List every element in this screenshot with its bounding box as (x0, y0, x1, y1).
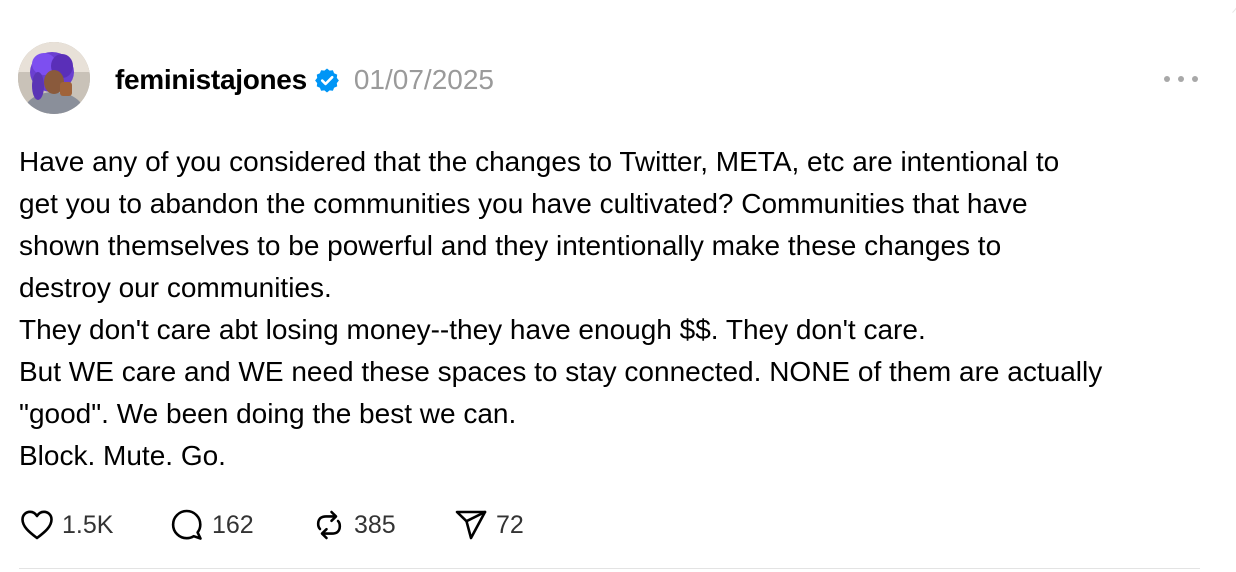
comment-icon (171, 509, 202, 540)
ellipsis-icon-dot (1178, 76, 1184, 82)
like-button[interactable]: 1.5K (20, 509, 170, 541)
like-count: 1.5K (62, 510, 114, 539)
post-body-line: "good". We been doing the best we can. (19, 398, 517, 429)
post-body-line: Block. Mute. Go. (19, 440, 226, 471)
post-body-line: But WE care and WE need these spaces to … (19, 356, 1103, 387)
avatar-image (18, 42, 90, 114)
send-icon (455, 510, 487, 540)
ellipsis-icon-dot (1192, 76, 1198, 82)
post-actions: 1.5K 162 385 72 (20, 505, 524, 545)
card-corner-border (1180, 0, 1236, 22)
repost-icon (316, 510, 342, 540)
ellipsis-icon-dot (1164, 76, 1170, 82)
share-count: 72 (496, 510, 524, 539)
reply-count: 162 (212, 510, 254, 539)
post-body-line: get you to abandon the communities you h… (19, 188, 1028, 219)
repost-count: 385 (354, 510, 396, 539)
repost-button[interactable]: 385 (312, 508, 454, 542)
post-body-line: Have any of you considered that the chan… (19, 146, 1060, 177)
post-body-line: They don't care abt losing money--they h… (19, 314, 926, 345)
author-username[interactable]: feministajones (115, 64, 307, 96)
post-body-line: shown themselves to be powerful and they… (19, 230, 1002, 261)
verified-badge-icon (314, 67, 340, 93)
reply-button[interactable]: 162 (170, 508, 312, 542)
post-date[interactable]: 01/07/2025 (354, 64, 494, 96)
share-button[interactable]: 72 (454, 508, 524, 542)
heart-icon (21, 510, 53, 540)
thread-post: feministajones 01/07/2025 Have any of yo… (0, 0, 1236, 572)
post-body-line: destroy our communities. (19, 272, 332, 303)
more-options-button[interactable] (1164, 66, 1198, 92)
post-divider (19, 568, 1200, 569)
avatar[interactable] (18, 42, 90, 114)
post-body: Have any of you considered that the chan… (19, 141, 1219, 477)
post-header: feministajones 01/07/2025 (115, 60, 494, 100)
